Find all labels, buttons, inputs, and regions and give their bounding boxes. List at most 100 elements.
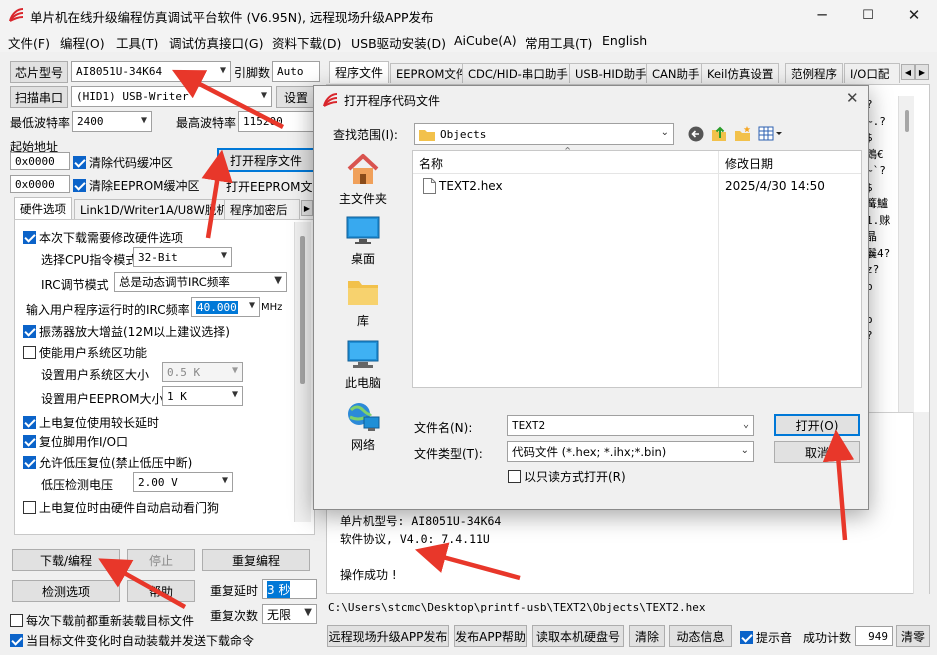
hex-text: $: [866, 131, 873, 144]
minimize-button[interactable]: ─: [799, 0, 845, 30]
read-disk-id-button[interactable]: 读取本机硬盘号: [532, 625, 624, 647]
open-eeprom-file-button[interactable]: 打开EEPROM文件: [226, 178, 325, 195]
scrollbar-thumb[interactable]: [300, 236, 305, 384]
chevron-down-icon: ▼: [219, 65, 226, 76]
menu-aicube[interactable]: AiCube(A): [454, 33, 517, 48]
tab-keil-debug[interactable]: Keil仿真设置: [701, 63, 780, 83]
low-voltage-reset-checkbox[interactable]: 允许低压复位(禁止低压中断): [23, 454, 192, 471]
new-folder-icon[interactable]: [734, 125, 752, 142]
place-network[interactable]: 网络: [328, 400, 398, 453]
filename-input[interactable]: TEXT2 ⌄: [507, 415, 754, 436]
eeprom-start-address-input[interactable]: 0x0000: [10, 175, 70, 193]
cpu-mode-select[interactable]: 32-Bit ▼: [133, 247, 232, 267]
up-folder-icon[interactable]: [711, 125, 727, 142]
tab-examples[interactable]: 范例程序: [785, 63, 843, 83]
download-program-button[interactable]: 下载/编程: [12, 549, 120, 571]
tab-io-config[interactable]: I/O口配: [844, 63, 900, 83]
menu-file[interactable]: 文件(F): [8, 33, 50, 52]
place-this-pc[interactable]: 此电脑: [328, 338, 398, 391]
chip-model-select[interactable]: AI8051U-34K64 ▼: [71, 61, 231, 82]
irc-mode-select[interactable]: 总是动态调节IRC频率 ▼: [114, 272, 287, 292]
repeat-count-select[interactable]: 无限 ▼: [262, 604, 317, 624]
menu-program[interactable]: 编程(O): [60, 33, 105, 52]
tab-offline-writer[interactable]: Link1D/Writer1A/U8W脱机: [74, 199, 234, 219]
dialog-close-icon[interactable]: ✕: [846, 89, 859, 107]
hardware-options-scrollbar[interactable]: [294, 222, 311, 522]
dynamic-info-button[interactable]: 动态信息: [669, 625, 732, 647]
place-desktop[interactable]: 桌面: [328, 214, 398, 267]
watchdog-checkbox[interactable]: 上电复位时由硬件自动启动看门狗: [23, 499, 219, 516]
tab-program-file[interactable]: 程序文件: [329, 61, 390, 83]
remote-upgrade-button[interactable]: 远程现场升级APP发布: [327, 625, 449, 647]
scan-port-button[interactable]: 扫描串口: [10, 86, 68, 108]
need-modify-label: 本次下载需要修改硬件选项: [39, 231, 184, 245]
column-header-date[interactable]: 修改日期: [725, 155, 773, 172]
help-button[interactable]: 帮助: [127, 580, 195, 602]
maximize-button[interactable]: ☐: [845, 0, 891, 30]
sort-chevron-icon: ⌃: [563, 145, 573, 158]
readonly-checkbox[interactable]: 以只读方式打开(R): [508, 468, 626, 485]
tab-hardware-options[interactable]: 硬件选项: [14, 197, 72, 219]
file-row[interactable]: TEXT2.hex 2025/4/30 14:50: [419, 177, 859, 197]
menu-common-tools[interactable]: 常用工具(T): [525, 33, 592, 52]
column-header-name[interactable]: 名称: [419, 155, 443, 172]
need-modify-checkbox[interactable]: 本次下载需要修改硬件选项: [23, 229, 183, 246]
look-in-select[interactable]: Objects ⌄: [414, 123, 674, 145]
tab-usb-hid[interactable]: USB-HID助手: [569, 63, 653, 83]
reprogram-button[interactable]: 重复编程: [202, 549, 310, 571]
open-button[interactable]: 打开(O): [774, 414, 860, 436]
auto-send-checkbox[interactable]: 当目标文件变化时自动装载并发送下载命令: [10, 632, 254, 649]
chip-model-label: 芯片型号: [10, 61, 68, 83]
osc-gain-checkbox[interactable]: 振荡器放大增益(12M以上建议选择): [23, 323, 230, 340]
beep-checkbox[interactable]: 提示音: [740, 629, 792, 646]
file-icon: [423, 178, 436, 194]
user-system-size-select[interactable]: 0.5 K ▼: [162, 362, 243, 382]
clear-code-buffer-checkbox[interactable]: 清除代码缓冲区: [73, 154, 173, 171]
menu-tools[interactable]: 工具(T): [116, 33, 158, 52]
menu-usb-driver[interactable]: USB驱动安装(D): [351, 33, 446, 52]
pin-count-select[interactable]: Auto: [272, 61, 320, 82]
publish-app-help-button[interactable]: 发布APP帮助: [454, 625, 527, 647]
repeat-delay-select[interactable]: 3 秒: [262, 579, 317, 599]
place-home[interactable]: 主文件夹: [328, 152, 398, 207]
tab-scroll-right-icon[interactable]: ▶: [915, 64, 929, 80]
close-button[interactable]: ✕: [891, 0, 937, 30]
reset-count-button[interactable]: 清零: [896, 625, 930, 647]
cancel-button[interactable]: 取消: [774, 441, 860, 463]
tab-cdc-hid-serial[interactable]: CDC/HID-串口助手: [462, 63, 574, 83]
scrollbar-thumb[interactable]: [905, 110, 909, 132]
min-baud-select[interactable]: 2400 ▼: [72, 111, 152, 132]
code-start-address-input[interactable]: 0x0000: [10, 152, 70, 170]
tab-scroll-right-icon[interactable]: ▶: [301, 200, 313, 216]
hex-view-scrollbar[interactable]: [898, 96, 914, 412]
low-voltage-select[interactable]: 2.00 V ▼: [133, 472, 233, 492]
filetype-select[interactable]: 代码文件 (*.hex; *.ihx;*.bin) ⌄: [507, 441, 754, 462]
user-system-area-checkbox[interactable]: 使能用户系统区功能: [23, 344, 147, 361]
tab-can[interactable]: CAN助手: [646, 63, 706, 83]
reload-each-checkbox[interactable]: 每次下载前都重新装载目标文件: [10, 612, 194, 629]
irc-freq-input[interactable]: 40.000 ▼: [191, 297, 260, 317]
back-icon[interactable]: [688, 126, 704, 142]
detect-options-button[interactable]: 检测选项: [12, 580, 120, 602]
stop-button[interactable]: 停止: [127, 549, 195, 571]
long-reset-delay-checkbox[interactable]: 上电复位使用较长延时: [23, 414, 159, 431]
tab-eeprom-file[interactable]: EEPROM文件: [390, 63, 474, 83]
reset-pin-io-checkbox[interactable]: 复位脚用作I/O口: [23, 433, 128, 450]
open-program-file-button[interactable]: 打开程序文件: [217, 148, 315, 172]
port-select[interactable]: (HID1) USB-Writer ▼: [71, 86, 272, 107]
menu-english[interactable]: English: [602, 33, 647, 48]
tab-scroll-left-icon[interactable]: ◀: [901, 64, 915, 80]
clear-eeprom-buffer-checkbox[interactable]: 清除EEPROM缓冲区: [73, 177, 200, 194]
max-baud-select[interactable]: 115200: [238, 111, 318, 132]
chip-model-value: AI8051U-34K64: [76, 65, 163, 78]
log-scrollbar[interactable]: [913, 412, 929, 594]
eeprom-size-select[interactable]: 1 K ▼: [162, 386, 243, 406]
settings-button[interactable]: 设置: [276, 86, 316, 108]
view-menu-icon[interactable]: [758, 126, 784, 141]
eeprom-size-value: 1 K: [167, 389, 187, 403]
menu-debug-interface[interactable]: 调试仿真接口(G): [169, 33, 263, 52]
tab-program-encryption[interactable]: 程序加密后: [224, 199, 300, 219]
place-libraries[interactable]: 库: [328, 276, 398, 329]
menu-downloads[interactable]: 资料下载(D): [272, 33, 341, 52]
clear-button[interactable]: 清除: [629, 625, 665, 647]
